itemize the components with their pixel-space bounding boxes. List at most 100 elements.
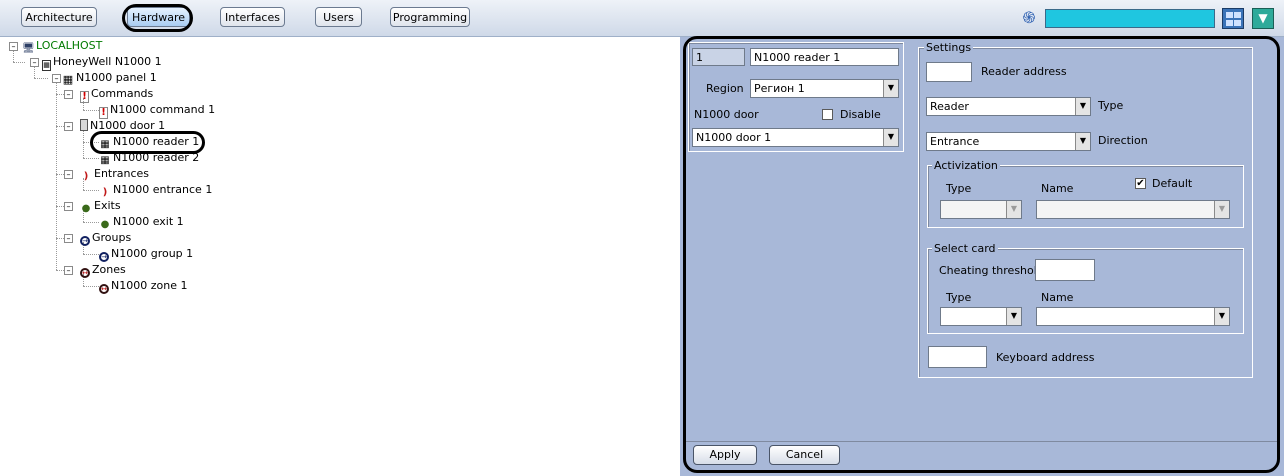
cheating-threshold-label: Cheating threshold — [939, 264, 1044, 277]
default-label: Default — [1152, 177, 1193, 190]
type-label: Type — [1098, 99, 1124, 112]
door-select[interactable]: N1000 door 1 ▼ — [692, 128, 899, 147]
tree-line — [56, 270, 64, 271]
region-label: Region — [706, 82, 744, 95]
cheating-threshold-input[interactable] — [1035, 259, 1095, 281]
collapse-toggle-icon[interactable]: – — [64, 122, 73, 131]
entrance-signal-icon: ) — [83, 171, 89, 182]
collapse-toggle-icon[interactable]: – — [64, 266, 73, 275]
activization-type-label: Type — [946, 182, 972, 195]
group-circle-icon: → — [80, 236, 90, 246]
tree-line — [83, 158, 99, 159]
chevron-down-icon: ▼ — [1214, 201, 1229, 218]
select-card-type-label: Type — [946, 291, 972, 304]
disable-label: Disable — [840, 108, 881, 121]
reader-address-input[interactable] — [926, 62, 972, 82]
chevron-down-icon: ▼ — [1075, 98, 1090, 115]
tree-node-group-1[interactable]: → N1000 group 1 — [99, 246, 193, 262]
tree-node-zones[interactable]: ↔ Zones — [80, 262, 126, 278]
tree-line — [83, 142, 99, 143]
door-label: N1000 door — [694, 108, 759, 121]
tab-hardware[interactable]: Hardware — [127, 7, 190, 27]
select-card-name-select[interactable]: ▼ — [1036, 307, 1230, 326]
zone-circle-icon: ↔ — [99, 284, 109, 294]
region-select[interactable]: Регион 1 ▼ — [750, 79, 899, 98]
tree-node-localhost[interactable]: 🖥LOCALHOST — [22, 38, 102, 54]
keyboard-address-label: Keyboard address — [996, 351, 1095, 364]
tree-line — [13, 50, 14, 62]
tile-windows-icon[interactable] — [1222, 8, 1244, 29]
type-select[interactable]: Reader ▼ — [926, 97, 1091, 116]
tab-architecture[interactable]: Architecture — [21, 7, 97, 27]
collapse-toggle-icon[interactable]: – — [52, 74, 61, 83]
chevron-down-icon: ▼ — [1006, 308, 1021, 325]
select-card-title: Select card — [932, 242, 998, 255]
disable-checkbox[interactable] — [822, 109, 833, 120]
tree-line — [83, 110, 99, 111]
select-card-name-label: Name — [1041, 291, 1074, 304]
tree-line — [13, 62, 25, 63]
apply-button[interactable]: Apply — [693, 445, 757, 465]
direction-label: Direction — [1098, 134, 1148, 147]
direction-select[interactable]: Entrance ▼ — [926, 132, 1091, 151]
tree-line — [34, 66, 35, 78]
collapse-toggle-icon[interactable]: – — [64, 202, 73, 211]
chevron-down-icon: ▼ — [1006, 201, 1021, 218]
tree-node-zone-1[interactable]: ↔ N1000 zone 1 — [99, 278, 187, 294]
tab-programming[interactable]: Programming — [390, 7, 470, 27]
collapse-toggle-icon[interactable]: – — [9, 42, 18, 51]
activization-name-label: Name — [1041, 182, 1074, 195]
activization-name-select[interactable]: ▼ — [1036, 200, 1230, 219]
button-bar-divider — [686, 441, 1278, 442]
keyboard-address-input[interactable] — [928, 346, 987, 368]
cancel-button[interactable]: Cancel — [769, 445, 840, 465]
tree-line — [34, 78, 48, 79]
status-indicator — [1045, 9, 1215, 28]
tree-node-exits[interactable]: ● Exits — [80, 198, 121, 214]
group-circle-icon: → — [99, 252, 109, 262]
settings-group-title: Settings — [924, 41, 974, 54]
tree-line — [83, 190, 99, 191]
select-card-type-select[interactable]: ▼ — [940, 307, 1022, 326]
door-icon — [80, 119, 88, 131]
tree-line — [83, 254, 99, 255]
tree-node-reader-2[interactable]: ▦ N1000 reader 2 — [99, 150, 199, 166]
tree-line — [56, 174, 64, 175]
collapse-toggle-icon[interactable]: – — [64, 170, 73, 179]
object-name-field[interactable]: N1000 reader 1 — [750, 48, 899, 66]
dropdown-arrow-icon[interactable]: ▼ — [1252, 8, 1274, 29]
spiral-logo-icon[interactable]: ֍ — [1018, 8, 1040, 28]
collapse-toggle-icon[interactable]: – — [64, 90, 73, 99]
zone-circle-icon: ↔ — [80, 268, 90, 278]
collapse-toggle-icon[interactable]: – — [30, 58, 39, 67]
tree-line — [56, 238, 64, 239]
tree-node-entrances[interactable]: ) Entrances — [80, 166, 149, 182]
tree-node-reader-1[interactable]: ▦ N1000 reader 1 — [99, 134, 199, 150]
tree-node-door[interactable]: N1000 door 1 — [80, 118, 165, 134]
exit-person-icon: ● — [81, 203, 91, 214]
tree-node-honeywell[interactable]: ▦ HoneyWell N1000 1 — [42, 54, 162, 71]
object-id-field[interactable]: 1 — [692, 48, 745, 66]
tree-line — [56, 126, 64, 127]
tree-node-panel[interactable]: ▦ N1000 panel 1 — [62, 70, 157, 86]
tree-node-commands[interactable]: ! Commands — [80, 86, 153, 103]
tab-interfaces[interactable]: Interfaces — [220, 7, 285, 27]
activization-title: Activization — [932, 159, 1000, 172]
tree-line — [83, 222, 99, 223]
chevron-down-icon: ▼ — [1075, 133, 1090, 150]
exclamation-icon: ! — [80, 91, 89, 103]
tree-node-entrance-1[interactable]: ) N1000 entrance 1 — [99, 182, 213, 198]
tree-node-groups[interactable]: → Groups — [80, 230, 131, 246]
tab-users[interactable]: Users — [315, 7, 362, 27]
panel-icon: ▦ — [62, 73, 74, 86]
tree-line — [83, 130, 84, 158]
activization-type-select[interactable]: ▼ — [940, 200, 1022, 219]
chevron-down-icon: ▼ — [1214, 308, 1229, 325]
computer-icon: 🖥 — [22, 43, 35, 54]
default-checkbox[interactable]: ✔ — [1135, 178, 1146, 189]
tree-node-command-1[interactable]: ! N1000 command 1 — [99, 102, 215, 119]
tree-line — [56, 206, 64, 207]
collapse-toggle-icon[interactable]: – — [64, 234, 73, 243]
main-toolbar: Architecture Hardware Interfaces Users P… — [0, 0, 1284, 37]
tree-node-exit-1[interactable]: ● N1000 exit 1 — [99, 214, 184, 230]
